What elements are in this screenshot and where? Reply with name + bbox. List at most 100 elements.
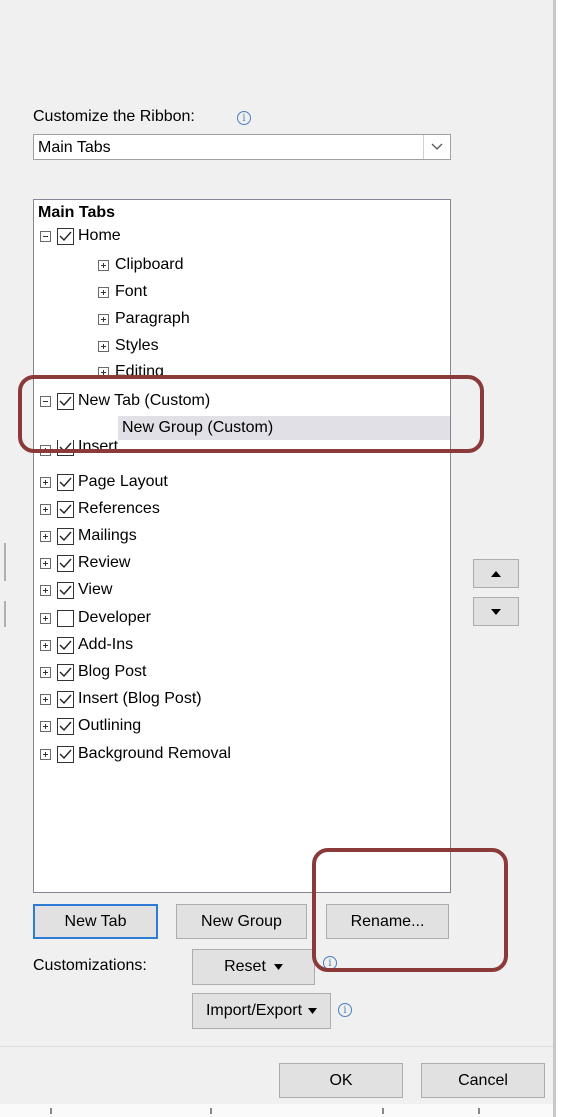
move-up-button[interactable]	[473, 559, 519, 588]
bottom-mark	[210, 1108, 212, 1114]
tree-item-label: Font	[115, 283, 148, 300]
cancel-button[interactable]: Cancel	[421, 1063, 545, 1098]
tree-item-label: Page Layout	[78, 473, 168, 490]
tree-item-review[interactable]: Review	[40, 551, 130, 575]
cancel-label: Cancel	[458, 1071, 508, 1089]
new-group-button[interactable]: New Group	[176, 904, 307, 939]
tree-item-developer[interactable]: Developer	[40, 606, 151, 630]
import-export-button[interactable]: Import/Export	[192, 993, 331, 1029]
checkbox-checked[interactable]	[57, 636, 74, 654]
expand-icon[interactable]	[40, 612, 51, 624]
tree-item-label: Outlining	[78, 717, 142, 734]
tree-item-styles[interactable]: Styles	[98, 334, 159, 358]
tree-item-label: Insert (Blog Post)	[78, 690, 202, 707]
checkbox-checked[interactable]	[57, 690, 74, 708]
ok-button[interactable]: OK	[279, 1063, 403, 1098]
tree-item-page-layout[interactable]: Page Layout	[40, 470, 168, 494]
checkbox-checked[interactable]	[57, 227, 74, 245]
tree-item-background-removal[interactable]: Background Removal	[40, 742, 231, 766]
info-icon[interactable]: i	[237, 111, 251, 125]
checkbox-checked[interactable]	[57, 500, 74, 518]
expand-icon[interactable]	[98, 313, 109, 325]
tree-item-font[interactable]: Font	[98, 280, 147, 304]
highlight-box-rename	[312, 848, 508, 972]
tree-item-home[interactable]: Home	[40, 224, 121, 248]
ribbon-scope-value: Main Tabs	[38, 139, 111, 156]
expand-icon[interactable]	[40, 530, 51, 542]
ok-label: OK	[329, 1071, 353, 1089]
checkbox-checked[interactable]	[57, 745, 74, 763]
new-group-label: New Group	[201, 912, 282, 930]
highlight-box-new-tab	[18, 375, 484, 453]
dialog-outer-edge	[556, 0, 562, 1117]
expand-icon[interactable]	[40, 720, 51, 732]
tree-item-label: References	[78, 500, 160, 517]
tree-item-label: Styles	[115, 337, 159, 354]
customize-ribbon-label: Customize the Ribbon:	[33, 108, 195, 126]
ribbon-tabs-tree[interactable]: Main Tabs Home Clipboard Font Paragraph …	[33, 199, 451, 893]
expand-icon[interactable]	[40, 557, 51, 569]
tree-item-label: View	[78, 581, 113, 598]
new-tab-button[interactable]: New Tab	[33, 904, 158, 939]
collapse-icon[interactable]	[40, 230, 51, 242]
tree-item-references[interactable]: References	[40, 497, 160, 521]
tree-item-label: Review	[78, 554, 131, 571]
tree-item-label: Mailings	[78, 527, 137, 544]
expand-icon[interactable]	[98, 286, 109, 298]
tree-item-label: Developer	[78, 609, 151, 626]
tree-item-paragraph[interactable]: Paragraph	[98, 307, 190, 331]
checkbox-checked[interactable]	[57, 581, 74, 599]
tree-item-outlining[interactable]: Outlining	[40, 714, 141, 738]
new-tab-label: New Tab	[64, 912, 127, 930]
tree-item-view[interactable]: View	[40, 578, 112, 602]
expand-icon[interactable]	[40, 584, 51, 596]
left-edge-mark	[4, 543, 6, 581]
customize-ribbon-label-text: Customize the Ribbon:	[33, 108, 195, 125]
tree-item-blog-post[interactable]: Blog Post	[40, 660, 146, 684]
bottom-mark	[382, 1108, 384, 1114]
tree-item-clipboard[interactable]: Clipboard	[98, 253, 183, 277]
tree-item-label: Editing	[115, 363, 164, 375]
tree-item-label: Home	[78, 227, 121, 244]
expand-icon[interactable]	[40, 748, 51, 760]
checkbox-checked[interactable]	[57, 554, 74, 572]
expand-icon[interactable]	[98, 340, 109, 352]
bottom-mark	[50, 1108, 52, 1114]
checkbox-checked[interactable]	[57, 663, 74, 681]
expand-icon[interactable]	[40, 639, 51, 651]
dropdown-triangle-icon	[308, 1008, 318, 1014]
footer-separator	[0, 1046, 553, 1047]
expand-icon[interactable]	[40, 503, 51, 515]
triangle-up-icon	[491, 570, 501, 577]
import-export-label: Import/Export	[205, 1002, 303, 1019]
bottom-mark	[478, 1108, 480, 1114]
expand-icon[interactable]	[40, 693, 51, 705]
triangle-down-icon	[491, 608, 501, 615]
reset-label: Reset	[224, 958, 266, 975]
tree-item-mailings[interactable]: Mailings	[40, 524, 137, 548]
checkbox-checked[interactable]	[57, 717, 74, 735]
tree-item-label: Clipboard	[115, 256, 184, 273]
tree-item-add-ins[interactable]: Add-Ins	[40, 633, 133, 657]
customizations-label: Customizations:	[33, 957, 147, 974]
reset-button[interactable]: Reset	[192, 949, 315, 985]
checkbox-checked[interactable]	[57, 527, 74, 545]
chevron-down-icon[interactable]	[423, 135, 450, 159]
expand-icon[interactable]	[98, 367, 109, 375]
dropdown-triangle-icon	[273, 964, 283, 970]
info-icon[interactable]: i	[338, 1003, 352, 1017]
tree-item-label: Paragraph	[115, 310, 190, 327]
tree-item-label: Background Removal	[78, 745, 231, 762]
tree-item-editing[interactable]: Editing	[98, 361, 164, 375]
tree-item-label: Add-Ins	[78, 636, 134, 653]
tree-item-insert-blog-post[interactable]: Insert (Blog Post)	[40, 687, 202, 711]
tree-header: Main Tabs	[38, 204, 116, 221]
checkbox-unchecked[interactable]	[57, 609, 74, 627]
move-down-button[interactable]	[473, 597, 519, 626]
expand-icon[interactable]	[40, 476, 51, 488]
expand-icon[interactable]	[40, 666, 51, 678]
left-edge-mark	[4, 601, 6, 627]
checkbox-checked[interactable]	[57, 473, 74, 491]
ribbon-scope-dropdown[interactable]: Main Tabs	[33, 134, 451, 160]
expand-icon[interactable]	[98, 259, 109, 271]
